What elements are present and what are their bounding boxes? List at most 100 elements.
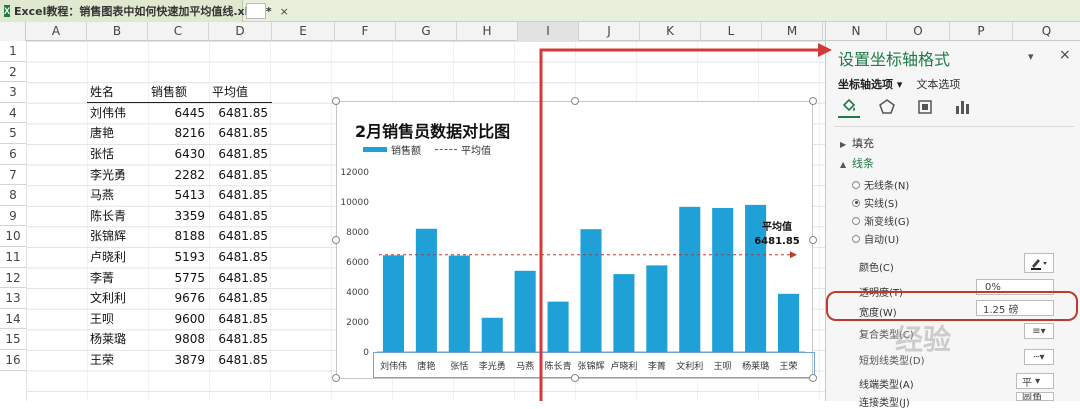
column-header-Q[interactable]: Q [1013,22,1080,41]
table-cell-name[interactable]: 李菁 [90,268,151,289]
resize-handle[interactable] [809,236,817,244]
table-cell-sales[interactable]: 3359 [148,206,205,227]
table-cell-name[interactable]: 唐艳 [90,123,151,144]
y-tick-label[interactable]: 4000 [346,288,369,298]
table-cell-sales[interactable]: 2282 [148,165,205,186]
sales-chart[interactable]: 2月销售员数据对比图 销售额 平均值 0 2000 4000 6000 8000 1000… [332,97,817,382]
table-cell-name[interactable]: 张恬 [90,144,151,165]
chart-plot[interactable]: 020004000600080001000012000刘伟伟 唐艳 张恬 李光勇 马燕陈… [337,102,814,380]
table-cell-average[interactable]: 6481.85 [209,288,268,309]
row-header-2[interactable]: 2 [0,62,26,83]
select-all-corner[interactable] [0,22,26,41]
column-header-I[interactable]: I [518,22,579,41]
table-cell-average[interactable]: 6481.85 [209,329,268,350]
column-header-K[interactable]: K [640,22,701,41]
table-cell-sales[interactable]: 3879 [148,350,205,371]
table-cell-average[interactable]: 6481.85 [209,309,268,330]
row-header-15[interactable]: 15 [0,329,26,350]
table-cell-sales[interactable]: 8216 [148,123,205,144]
column-header-J[interactable]: J [579,22,640,41]
average-annotation-label[interactable]: 平均值 [762,220,792,233]
table-cell-name[interactable]: 张锦辉 [90,226,151,247]
column-header-A[interactable]: A [26,22,87,41]
row-header-7[interactable]: 7 [0,165,26,186]
column-header-F[interactable]: F [335,22,396,41]
bar-chart-icon[interactable] [952,96,974,118]
bar-王荣[interactable] [778,293,800,352]
table-cell-average[interactable]: 6481.85 [209,268,268,289]
join-type-dropdown[interactable]: 圆角 [1016,392,1054,401]
dash-type-dropdown[interactable]: ┄▾ [1024,349,1054,365]
row-header-12[interactable]: 12 [0,268,26,289]
bar-陈长青[interactable] [547,301,569,352]
radio-button[interactable] [852,234,860,243]
row-header-6[interactable]: 6 [0,144,26,165]
y-tick-label[interactable]: 0 [363,348,369,358]
section-fill[interactable]: ▶ 填充 [840,135,874,151]
table-cell-sales[interactable]: 6430 [148,144,205,165]
column-header-P[interactable]: P [950,22,1013,41]
column-header-M[interactable]: M [762,22,823,41]
bar-卢晓利[interactable] [613,274,635,352]
y-tick-label[interactable]: 12000 [340,168,369,178]
bar-唐艳[interactable] [415,228,437,352]
new-tab-button[interactable] [246,3,266,19]
size-icon[interactable] [914,96,936,118]
column-header-L[interactable]: L [701,22,762,41]
table-header-cell[interactable]: 姓名 [90,82,151,103]
row-header-11[interactable]: 11 [0,247,26,268]
table-cell-average[interactable]: 6481.85 [209,165,268,186]
color-picker-button[interactable] [1024,253,1054,273]
resize-handle[interactable] [332,97,340,105]
compound-type-dropdown[interactable]: ≡▾ [1024,323,1054,339]
y-tick-label[interactable]: 2000 [346,318,369,328]
table-cell-average[interactable]: 6481.85 [209,350,268,371]
table-cell-name[interactable]: 杨莱璐 [90,329,151,350]
bar-李光勇[interactable] [481,317,503,352]
table-cell-sales[interactable]: 5413 [148,185,205,206]
table-cell-average[interactable]: 6481.85 [209,144,268,165]
column-header-H[interactable]: H [457,22,518,41]
file-tab[interactable]: X Excel教程：销售图表中如何快速加平均值线.xlsx * × [0,0,289,22]
column-header-E[interactable]: E [272,22,335,41]
table-cell-name[interactable]: 王呗 [90,309,151,330]
tab-text-options[interactable]: 文本选项 [916,76,960,92]
column-header-G[interactable]: G [396,22,457,41]
table-cell-sales[interactable]: 9600 [148,309,205,330]
table-cell-sales[interactable]: 5775 [148,268,205,289]
table-header-cell[interactable]: 销售额 [151,82,212,103]
y-tick-label[interactable]: 10000 [340,198,369,208]
table-cell-sales[interactable]: 6445 [148,103,205,124]
column-header-N[interactable]: N [826,22,887,41]
row-header-3[interactable]: 3 [0,82,26,103]
radio-button[interactable] [852,180,860,189]
resize-handle[interactable] [332,374,340,382]
table-cell-name[interactable]: 王荣 [90,350,151,371]
table-cell-name[interactable]: 李光勇 [90,165,151,186]
table-cell-name[interactable]: 陈长青 [90,206,151,227]
table-cell-sales[interactable]: 8188 [148,226,205,247]
option-auto[interactable]: 自动(U) [852,231,899,246]
table-cell-average[interactable]: 6481.85 [209,185,268,206]
resize-handle[interactable] [809,374,817,382]
table-cell-sales[interactable]: 9676 [148,288,205,309]
resize-handle[interactable] [571,97,579,105]
option-solid-line[interactable]: 实线(S) [852,195,898,210]
resize-handle[interactable] [571,374,579,382]
column-header-B[interactable]: B [87,22,148,41]
table-cell-average[interactable]: 6481.85 [209,226,268,247]
y-tick-label[interactable]: 6000 [346,258,369,268]
column-header-D[interactable]: D [209,22,272,41]
fill-bucket-icon[interactable] [838,96,860,118]
row-header-1[interactable]: 1 [0,41,26,62]
table-cell-sales[interactable]: 5193 [148,247,205,268]
row-header-8[interactable]: 8 [0,185,26,206]
tab-axis-options[interactable]: 坐标轴选项 ▾ [838,76,902,92]
table-cell-average[interactable]: 6481.85 [209,206,268,227]
option-gradient-line[interactable]: 渐变线(G) [852,213,910,228]
bar-文利利[interactable] [679,206,701,352]
row-header-14[interactable]: 14 [0,309,26,330]
table-cell-average[interactable]: 6481.85 [209,123,268,144]
average-line-arrow[interactable] [790,251,797,259]
category-axis-selection[interactable] [373,352,815,378]
